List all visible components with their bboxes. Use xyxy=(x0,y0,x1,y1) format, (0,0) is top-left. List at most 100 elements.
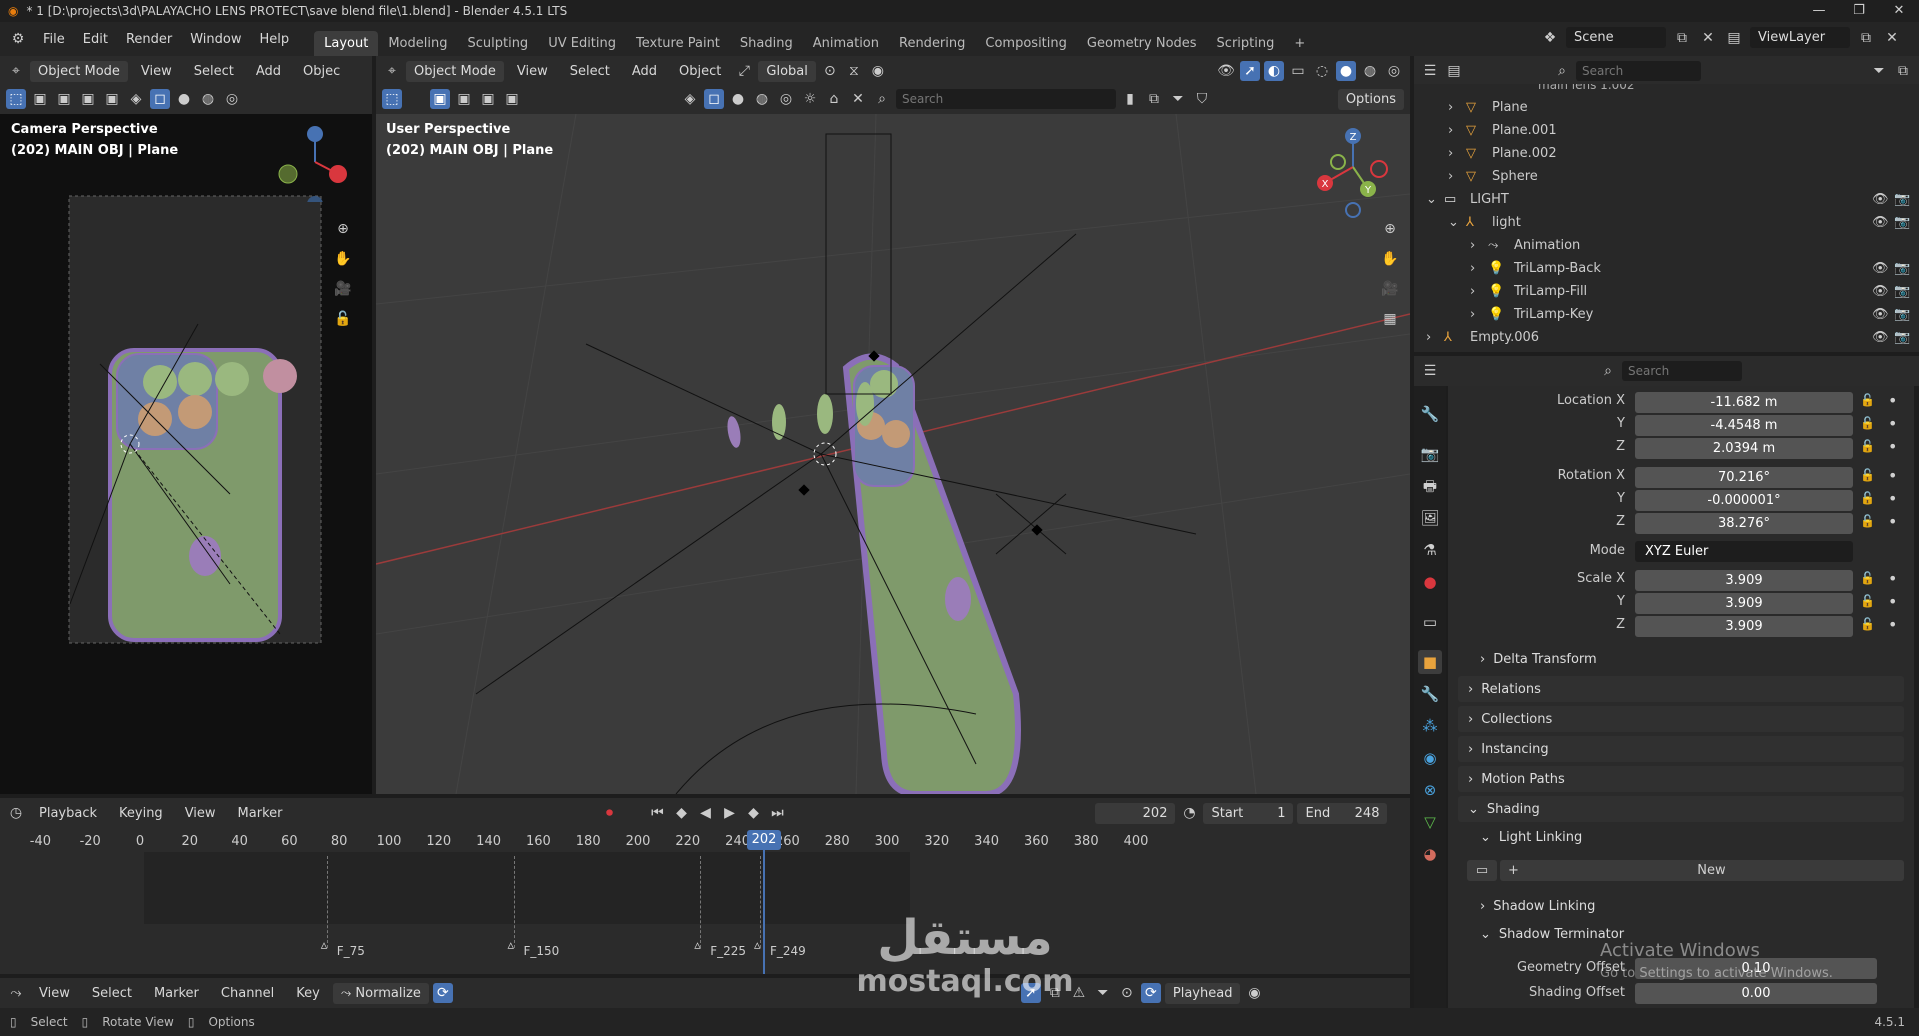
marker-triangle-icon[interactable]: ▵ xyxy=(321,938,328,953)
select-mode-subtract-icon[interactable]: ▣ xyxy=(478,89,498,109)
outliner-row[interactable]: › 💡 TriLamp-Back 👁 📷 xyxy=(1414,257,1919,280)
play-icon[interactable]: ▶ xyxy=(719,803,739,823)
jump-end-icon[interactable]: ⏭ xyxy=(767,803,787,823)
chevron-right-icon[interactable]: › xyxy=(1448,123,1466,138)
scene-selector[interactable]: Scene xyxy=(1566,27,1666,48)
object-tab-icon[interactable]: ■ xyxy=(1418,650,1442,674)
shading-wireframe-icon[interactable]: ◻ xyxy=(150,89,170,109)
pivot-icon[interactable]: ⊙ xyxy=(1117,983,1137,1003)
eye-icon[interactable]: 👁 xyxy=(1872,284,1889,299)
bookmark-icon[interactable]: ▮ xyxy=(1120,89,1140,109)
gizmo-toggle-icon[interactable]: ➚ xyxy=(1240,61,1260,81)
graph-menu-view[interactable]: View xyxy=(30,986,79,1001)
pan-hand-icon[interactable]: ✋ xyxy=(333,249,353,269)
pivot-icon[interactable]: ⊙ xyxy=(820,61,840,81)
chevron-right-icon[interactable]: › xyxy=(1448,100,1466,115)
graph-editor-icon[interactable]: ⤳ xyxy=(6,983,26,1003)
shading-offset-field[interactable]: 0.00 xyxy=(1635,983,1877,1004)
tab-animation[interactable]: Animation xyxy=(803,31,889,56)
location-y-field[interactable]: -4.4548 m xyxy=(1635,415,1853,436)
start-frame-field[interactable]: Start 1 xyxy=(1203,802,1294,824)
outliner-editor-icon[interactable]: ☰ xyxy=(1420,61,1440,81)
proportional-edit-icon[interactable]: ◉ xyxy=(868,61,888,81)
shading-material-icon[interactable]: ◍ xyxy=(1360,61,1380,81)
main-menu-view[interactable]: View xyxy=(508,64,557,79)
ortho-toggle-icon[interactable]: ▦ xyxy=(1380,309,1400,329)
chevron-right-icon[interactable]: › xyxy=(1470,284,1488,299)
select-tool-icon[interactable]: ⬚ xyxy=(6,89,26,109)
tab-sculpting[interactable]: Sculpting xyxy=(457,31,538,56)
filter-solid-icon[interactable]: ● xyxy=(728,89,748,109)
xray-icon[interactable]: ▭ xyxy=(1288,61,1308,81)
panel-collections[interactable]: › Collections xyxy=(1458,706,1904,732)
left-menu-add[interactable]: Add xyxy=(247,64,290,79)
object-types-icon[interactable]: ◈ xyxy=(126,89,146,109)
filter-light-icon[interactable]: ☼ xyxy=(800,89,820,109)
subpanel-shadow-linking[interactable]: › Shadow Linking xyxy=(1470,893,1904,919)
marker-label[interactable]: F_150 xyxy=(524,944,560,958)
filter-camera-icon[interactable]: ⌂ xyxy=(824,89,844,109)
tab-layout[interactable]: Layout xyxy=(314,31,379,56)
new-scene-icon[interactable]: ⧉ xyxy=(1672,28,1692,48)
camera-icon[interactable]: 📷 xyxy=(1894,215,1910,230)
camera-icon[interactable]: 📷 xyxy=(1894,261,1910,276)
left-menu-object[interactable]: Objec xyxy=(294,64,349,79)
timeline-menu-keying[interactable]: Keying xyxy=(110,806,172,821)
graph-menu-select[interactable]: Select xyxy=(83,986,141,1001)
current-frame-field[interactable]: 202 xyxy=(1095,802,1176,824)
outliner-search-input[interactable] xyxy=(1576,61,1701,81)
select-mode-invert-icon[interactable]: ▣ xyxy=(102,89,122,109)
shading-rendered-icon[interactable]: ◎ xyxy=(222,89,242,109)
shading-material-icon[interactable]: ◍ xyxy=(198,89,218,109)
shading-solid-icon[interactable]: ● xyxy=(174,89,194,109)
left-menu-select[interactable]: Select xyxy=(185,64,243,79)
camera-icon[interactable]: 📷 xyxy=(1894,284,1910,299)
delete-scene-icon[interactable]: ✕ xyxy=(1698,28,1718,48)
scale-z-field[interactable]: 3.909 xyxy=(1635,616,1853,637)
chevron-right-icon[interactable]: › xyxy=(1448,169,1466,184)
eye-icon[interactable]: 👁 xyxy=(1872,330,1889,345)
view-layer-selector[interactable]: ViewLayer xyxy=(1750,27,1850,48)
filter-empty-icon[interactable]: ✕ xyxy=(848,89,868,109)
tab-rendering[interactable]: Rendering xyxy=(889,31,975,56)
graph-menu-channel[interactable]: Channel xyxy=(212,986,283,1001)
tab-geometry-nodes[interactable]: Geometry Nodes xyxy=(1077,31,1207,56)
outliner-row[interactable]: › ▽ Plane xyxy=(1414,96,1919,119)
view-layer-icon[interactable]: ▤ xyxy=(1724,28,1744,48)
timeline-editor-icon[interactable]: ◷ xyxy=(6,803,26,823)
shield-icon[interactable]: ⛉ xyxy=(1192,89,1212,109)
object-types-icon[interactable]: ◈ xyxy=(680,89,700,109)
close-icon[interactable]: ✕ xyxy=(1879,0,1919,22)
next-keyframe-icon[interactable]: ◆ xyxy=(743,803,763,823)
marker-label[interactable]: F_75 xyxy=(337,944,365,958)
playhead-line[interactable] xyxy=(763,834,765,974)
marker-triangle-icon[interactable]: ▵ xyxy=(508,938,515,953)
scale-x-field[interactable]: 3.909 xyxy=(1635,570,1853,591)
outliner-row[interactable]: › ⅄ Empty.006 👁 📷 xyxy=(1414,326,1919,349)
menu-edit[interactable]: Edit xyxy=(74,32,117,47)
navigation-gizmo[interactable]: Z X Y xyxy=(1308,122,1398,222)
display-mode-icon[interactable]: ▤ xyxy=(1444,61,1464,81)
left-menu-view[interactable]: View xyxy=(132,64,181,79)
timeline-menu-view[interactable]: View xyxy=(176,806,225,821)
timeline-area[interactable] xyxy=(0,828,1410,974)
select-mode-set-icon[interactable]: ▣ xyxy=(30,89,50,109)
lock-icon[interactable]: 🔓 xyxy=(1860,491,1875,505)
auto-normalize-icon[interactable]: ⟳ xyxy=(432,983,453,1003)
tab-scripting[interactable]: Scripting xyxy=(1207,31,1285,56)
lock-icon[interactable]: 🔓 xyxy=(1860,514,1875,528)
blender-menu-icon[interactable]: ⚙ xyxy=(8,29,28,49)
keyframe-dot-icon[interactable]: • xyxy=(1888,512,1897,531)
main-menu-object[interactable]: Object xyxy=(670,64,730,79)
funnel-icon[interactable]: ⏷ xyxy=(1093,983,1113,1003)
lock-icon[interactable]: 🔓 xyxy=(1860,393,1875,407)
graph-menu-marker[interactable]: Marker xyxy=(145,986,208,1001)
filter-material-icon[interactable]: ◍ xyxy=(752,89,772,109)
marker-label[interactable]: F_249 xyxy=(770,944,806,958)
shading-wireframe-icon[interactable]: ◌ xyxy=(1312,61,1332,81)
filter-wire-icon[interactable]: ◻ xyxy=(704,89,724,109)
material-tab-icon[interactable]: ◕ xyxy=(1418,842,1442,866)
outliner-row[interactable]: ⌄ ▭ LIGHT 👁 📷 xyxy=(1414,188,1919,211)
main-mode-selector[interactable]: Object Mode xyxy=(406,60,504,82)
keyframe-dot-icon[interactable]: • xyxy=(1888,489,1897,508)
